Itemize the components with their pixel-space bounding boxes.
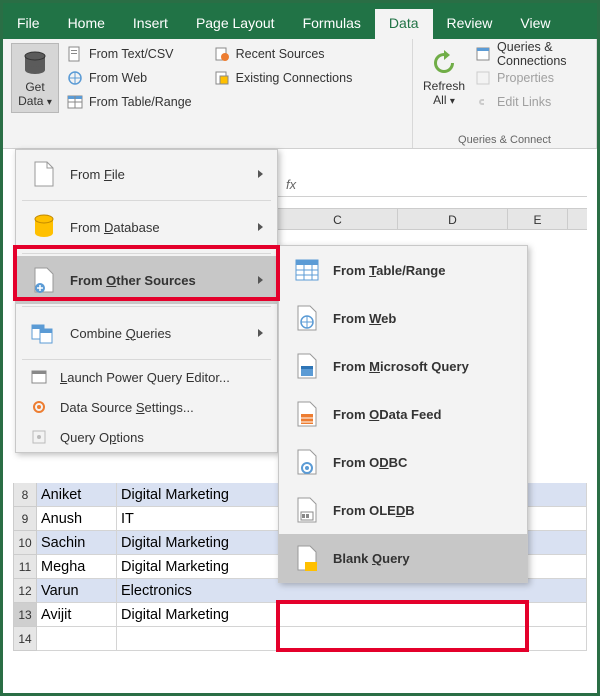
globe-icon: [67, 70, 83, 86]
cell[interactable]: Anush: [37, 507, 117, 531]
tab-home[interactable]: Home: [54, 9, 119, 39]
from-other-sources-item[interactable]: From Other Sources: [16, 256, 277, 304]
other-sources-icon: [30, 266, 58, 294]
properties-icon: [475, 70, 491, 86]
tab-view[interactable]: View: [506, 9, 564, 39]
fx-icon: fx: [278, 177, 304, 192]
tab-page-layout[interactable]: Page Layout: [182, 9, 289, 39]
column-headers: C D E: [278, 208, 587, 230]
pq-editor-icon: [30, 368, 48, 386]
recent-sources-button[interactable]: Recent Sources: [210, 43, 357, 65]
table-icon: [293, 256, 321, 284]
links-icon: [475, 94, 491, 110]
cell[interactable]: Varun: [37, 579, 117, 603]
from-other-sources-submenu: From Table/Range From Web From Microsoft…: [278, 245, 528, 583]
existing-connections-button[interactable]: Existing Connections: [210, 67, 357, 89]
from-microsoft-query-subitem[interactable]: From Microsoft Query: [279, 342, 527, 390]
row-header[interactable]: 8: [13, 483, 37, 507]
from-odata-subitem[interactable]: From OData Feed: [279, 390, 527, 438]
from-database-item[interactable]: From Database: [16, 203, 277, 251]
database-yellow-icon: [30, 213, 58, 241]
ribbon-group-title: Queries & Connect: [421, 132, 588, 148]
table-row: 14: [13, 627, 587, 651]
formula-bar[interactable]: fx: [278, 173, 587, 197]
row-header[interactable]: 14: [13, 627, 37, 651]
row-header[interactable]: 10: [13, 531, 37, 555]
row-header[interactable]: 12: [13, 579, 37, 603]
from-table-range-button[interactable]: From Table/Range: [63, 91, 196, 113]
from-text-csv-button[interactable]: From Text/CSV: [63, 43, 196, 65]
queries-icon: [475, 46, 491, 62]
odbc-icon: [293, 448, 321, 476]
globe-file-icon: [293, 304, 321, 332]
edit-links-button[interactable]: Edit Links: [471, 91, 588, 113]
file-icon: [30, 160, 58, 188]
chevron-right-icon: [258, 276, 263, 284]
ribbon-tabs: File Home Insert Page Layout Formulas Da…: [3, 9, 597, 39]
file-text-icon: [67, 46, 83, 62]
chevron-right-icon: [258, 223, 263, 231]
cell[interactable]: [37, 627, 117, 651]
ribbon-group-get-transform: Get Data ▾ From Text/CSV From Web From T…: [3, 39, 413, 148]
database-icon: [19, 48, 51, 80]
chevron-right-icon: [258, 329, 263, 337]
options-icon: [30, 428, 48, 446]
launch-power-query-editor-item[interactable]: Launch Power Query Editor...: [16, 362, 277, 392]
recent-icon: [214, 46, 230, 62]
col-header-c[interactable]: C: [278, 209, 398, 229]
tab-file[interactable]: File: [3, 9, 54, 39]
from-oledb-subitem[interactable]: From OLEDB: [279, 486, 527, 534]
from-odbc-subitem[interactable]: From ODBC: [279, 438, 527, 486]
get-data-label1: Get: [25, 80, 44, 94]
cell[interactable]: Avijit: [37, 603, 117, 627]
col-header-e[interactable]: E: [508, 209, 568, 229]
connections-icon: [214, 70, 230, 86]
from-file-item[interactable]: From File: [16, 150, 277, 198]
table-row: 13AvijitDigital Marketing: [13, 603, 587, 627]
tab-insert[interactable]: Insert: [119, 9, 182, 39]
ribbon: Get Data ▾ From Text/CSV From Web From T…: [3, 39, 597, 149]
tab-review[interactable]: Review: [433, 9, 507, 39]
table-icon: [67, 94, 83, 110]
row-header[interactable]: 11: [13, 555, 37, 579]
tab-formulas[interactable]: Formulas: [289, 9, 375, 39]
query-options-item[interactable]: Query Options: [16, 422, 277, 452]
cell[interactable]: Aniket: [37, 483, 117, 507]
ribbon-group-queries: Refresh All ▾ Queries & Connections Prop…: [413, 39, 597, 148]
refresh-all-label2: All ▾: [433, 93, 455, 107]
cell[interactable]: [117, 627, 587, 651]
from-web-button[interactable]: From Web: [63, 67, 196, 89]
refresh-icon: [428, 47, 460, 79]
combine-queries-item[interactable]: Combine Queries: [16, 309, 277, 357]
blank-query-icon: [293, 544, 321, 572]
queries-connections-button[interactable]: Queries & Connections: [471, 43, 588, 65]
oledb-icon: [293, 496, 321, 524]
get-data-menu: From File From Database From Other Sourc…: [15, 149, 278, 453]
data-source-settings-item[interactable]: Data Source Settings...: [16, 392, 277, 422]
from-table-range-subitem[interactable]: From Table/Range: [279, 246, 527, 294]
combine-icon: [30, 319, 58, 347]
odata-icon: [293, 400, 321, 428]
from-web-subitem[interactable]: From Web: [279, 294, 527, 342]
col-header-d[interactable]: D: [398, 209, 508, 229]
refresh-all-button[interactable]: Refresh All ▾: [421, 43, 467, 113]
blank-query-subitem[interactable]: Blank Query: [279, 534, 527, 582]
tab-data[interactable]: Data: [375, 9, 433, 39]
gear-icon: [30, 398, 48, 416]
msquery-icon: [293, 352, 321, 380]
cell[interactable]: Digital Marketing: [117, 603, 587, 627]
properties-button[interactable]: Properties: [471, 67, 588, 89]
get-data-button[interactable]: Get Data ▾: [11, 43, 59, 113]
row-header[interactable]: 9: [13, 507, 37, 531]
cell[interactable]: Sachin: [37, 531, 117, 555]
chevron-right-icon: [258, 170, 263, 178]
row-header[interactable]: 13: [13, 603, 37, 627]
get-data-label2: Data ▾: [18, 94, 52, 108]
cell[interactable]: Megha: [37, 555, 117, 579]
